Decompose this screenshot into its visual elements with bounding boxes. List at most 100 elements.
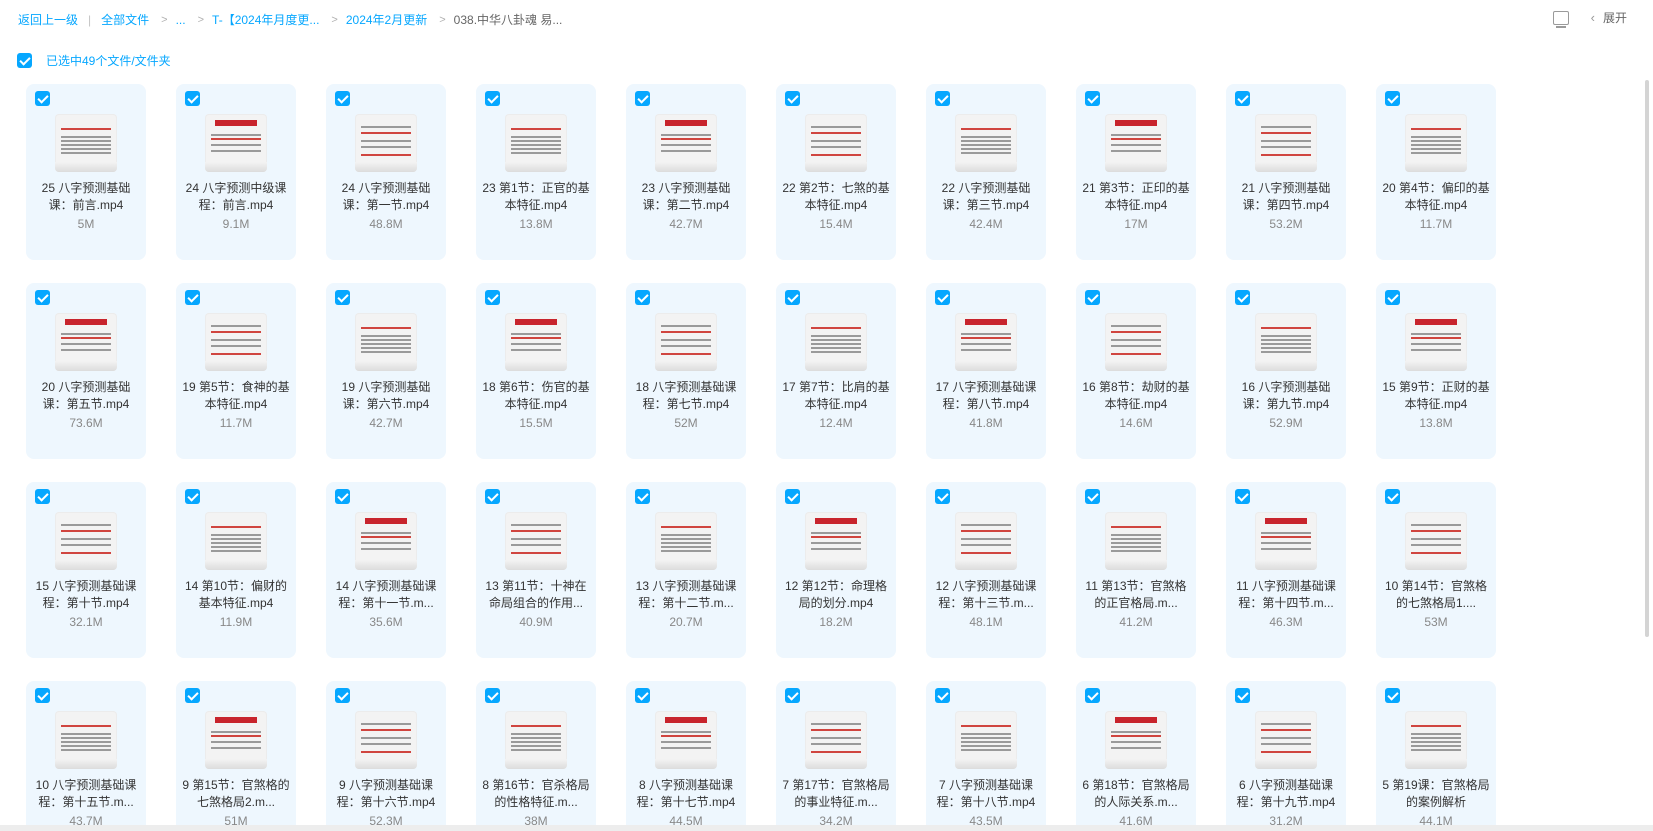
file-name[interactable]: 13 八字预测基础课程：第十二节.m...: [632, 578, 740, 612]
file-checkbox[interactable]: [485, 91, 500, 106]
file-name[interactable]: 20 第4节：偏印的基本特征.mp4: [1382, 180, 1490, 214]
view-mode-icon[interactable]: [1552, 10, 1569, 28]
file-card[interactable]: 12 第12节：命理格局的划分.mp4 18.2M: [776, 482, 896, 658]
file-card[interactable]: 8 第16节：官杀格局的性格特征.m... 38M: [476, 681, 596, 831]
file-card[interactable]: 11 八字预测基础课程：第十四节.m... 46.3M: [1226, 482, 1346, 658]
file-checkbox[interactable]: [935, 91, 950, 106]
file-card[interactable]: 6 八字预测基础课程：第十九节.mp4 31.2M: [1226, 681, 1346, 831]
file-card[interactable]: 22 第2节：七煞的基本特征.mp4 15.4M: [776, 84, 896, 260]
file-name[interactable]: 22 第2节：七煞的基本特征.mp4: [782, 180, 890, 214]
file-name[interactable]: 22 八字预测基础课：第三节.mp4: [932, 180, 1040, 214]
file-card[interactable]: 15 第9节：正财的基本特征.mp4 13.8M: [1376, 283, 1496, 459]
file-name[interactable]: 18 第6节：伤官的基本特征.mp4: [482, 379, 590, 413]
file-name[interactable]: 8 八字预测基础课程：第十七节.mp4: [632, 777, 740, 811]
file-card[interactable]: 6 第18节：官煞格局的人际关系.m... 41.6M: [1076, 681, 1196, 831]
file-card[interactable]: 21 第3节：正印的基本特征.mp4 17M: [1076, 84, 1196, 260]
file-checkbox[interactable]: [635, 290, 650, 305]
file-checkbox[interactable]: [485, 489, 500, 504]
file-card[interactable]: 24 八字预测基础课：第一节.mp4 48.8M: [326, 84, 446, 260]
file-card[interactable]: 17 八字预测基础课程：第八节.mp4 41.8M: [926, 283, 1046, 459]
file-checkbox[interactable]: [185, 688, 200, 703]
file-checkbox[interactable]: [785, 489, 800, 504]
file-card[interactable]: 16 第8节：劫财的基本特征.mp4 14.6M: [1076, 283, 1196, 459]
file-card[interactable]: 8 八字预测基础课程：第十七节.mp4 44.5M: [626, 681, 746, 831]
file-name[interactable]: 17 第7节：比肩的基本特征.mp4: [782, 379, 890, 413]
file-name[interactable]: 6 第18节：官煞格局的人际关系.m...: [1082, 777, 1190, 811]
breadcrumb-root[interactable]: 全部文件: [101, 11, 149, 28]
file-checkbox[interactable]: [335, 489, 350, 504]
file-name[interactable]: 24 八字预测中级课程：前言.mp4: [182, 180, 290, 214]
file-name[interactable]: 9 八字预测基础课程：第十六节.mp4: [332, 777, 440, 811]
file-name[interactable]: 21 八字预测基础课：第四节.mp4: [1232, 180, 1340, 214]
file-name[interactable]: 24 八字预测基础课：第一节.mp4: [332, 180, 440, 214]
file-card[interactable]: 18 八字预测基础课程：第七节.mp4 52M: [626, 283, 746, 459]
back-link[interactable]: 返回上一级: [18, 11, 78, 28]
file-name[interactable]: 19 八字预测基础课：第六节.mp4: [332, 379, 440, 413]
file-checkbox[interactable]: [1235, 489, 1250, 504]
file-card[interactable]: 19 第5节：食神的基本特征.mp4 11.7M: [176, 283, 296, 459]
file-card[interactable]: 19 八字预测基础课：第六节.mp4 42.7M: [326, 283, 446, 459]
file-name[interactable]: 23 第1节：正官的基本特征.mp4: [482, 180, 590, 214]
file-checkbox[interactable]: [785, 290, 800, 305]
file-name[interactable]: 23 八字预测基础课：第二节.mp4: [632, 180, 740, 214]
vertical-scrollbar[interactable]: [1645, 80, 1649, 637]
file-card[interactable]: 13 第11节：十神在命局组合的作用... 40.9M: [476, 482, 596, 658]
file-name[interactable]: 6 八字预测基础课程：第十九节.mp4: [1232, 777, 1340, 811]
file-name[interactable]: 15 第9节：正财的基本特征.mp4: [1382, 379, 1490, 413]
file-checkbox[interactable]: [1235, 688, 1250, 703]
file-name[interactable]: 11 第13节：官煞格的正官格局.m...: [1082, 578, 1190, 612]
file-card[interactable]: 22 八字预测基础课：第三节.mp4 42.4M: [926, 84, 1046, 260]
file-checkbox[interactable]: [1085, 290, 1100, 305]
file-name[interactable]: 13 第11节：十神在命局组合的作用...: [482, 578, 590, 612]
file-checkbox[interactable]: [35, 290, 50, 305]
file-checkbox[interactable]: [935, 290, 950, 305]
file-checkbox[interactable]: [1235, 91, 1250, 106]
file-name[interactable]: 25 八字预测基础课：前言.mp4: [32, 180, 140, 214]
file-card[interactable]: 23 八字预测基础课：第二节.mp4 42.7M: [626, 84, 746, 260]
file-checkbox[interactable]: [1385, 688, 1400, 703]
file-card[interactable]: 14 第10节：偏财的基本特征.mp4 11.9M: [176, 482, 296, 658]
file-card[interactable]: 5 第19课：官煞格局的案例解析 44.1M: [1376, 681, 1496, 831]
file-card[interactable]: 18 第6节：伤官的基本特征.mp4 15.5M: [476, 283, 596, 459]
file-card[interactable]: 15 八字预测基础课程：第十节.mp4 32.1M: [26, 482, 146, 658]
file-name[interactable]: 11 八字预测基础课程：第十四节.m...: [1232, 578, 1340, 612]
select-all-checkbox[interactable]: [17, 53, 32, 68]
file-card[interactable]: 11 第13节：官煞格的正官格局.m... 41.2M: [1076, 482, 1196, 658]
file-card[interactable]: 14 八字预测基础课程：第十一节.m... 35.6M: [326, 482, 446, 658]
file-name[interactable]: 5 第19课：官煞格局的案例解析: [1382, 777, 1490, 811]
file-checkbox[interactable]: [635, 489, 650, 504]
file-checkbox[interactable]: [335, 688, 350, 703]
file-name[interactable]: 18 八字预测基础课程：第七节.mp4: [632, 379, 740, 413]
file-card[interactable]: 17 第7节：比肩的基本特征.mp4 12.4M: [776, 283, 896, 459]
file-name[interactable]: 16 第8节：劫财的基本特征.mp4: [1082, 379, 1190, 413]
file-checkbox[interactable]: [185, 91, 200, 106]
file-card[interactable]: 21 八字预测基础课：第四节.mp4 53.2M: [1226, 84, 1346, 260]
file-name[interactable]: 19 第5节：食神的基本特征.mp4: [182, 379, 290, 413]
file-checkbox[interactable]: [1235, 290, 1250, 305]
file-checkbox[interactable]: [185, 290, 200, 305]
file-checkbox[interactable]: [35, 489, 50, 504]
file-checkbox[interactable]: [485, 688, 500, 703]
file-name[interactable]: 16 八字预测基础课：第九节.mp4: [1232, 379, 1340, 413]
file-checkbox[interactable]: [1085, 91, 1100, 106]
file-checkbox[interactable]: [635, 688, 650, 703]
breadcrumb-level2[interactable]: 2024年2月更新: [346, 11, 427, 28]
file-name[interactable]: 14 八字预测基础课程：第十一节.m...: [332, 578, 440, 612]
file-checkbox[interactable]: [935, 489, 950, 504]
file-card[interactable]: 20 第4节：偏印的基本特征.mp4 11.7M: [1376, 84, 1496, 260]
file-checkbox[interactable]: [485, 290, 500, 305]
file-checkbox[interactable]: [635, 91, 650, 106]
file-checkbox[interactable]: [335, 91, 350, 106]
file-checkbox[interactable]: [35, 688, 50, 703]
breadcrumb-level1[interactable]: T-【2024年月度更...: [212, 11, 319, 28]
file-checkbox[interactable]: [1085, 688, 1100, 703]
file-card[interactable]: 12 八字预测基础课程：第十三节.m... 48.1M: [926, 482, 1046, 658]
file-card[interactable]: 7 八字预测基础课程：第十八节.mp4 43.5M: [926, 681, 1046, 831]
file-name[interactable]: 21 第3节：正印的基本特征.mp4: [1082, 180, 1190, 214]
file-checkbox[interactable]: [785, 91, 800, 106]
file-card[interactable]: 7 第17节：官煞格局的事业特征.m... 34.2M: [776, 681, 896, 831]
file-name[interactable]: 20 八字预测基础课：第五节.mp4: [32, 379, 140, 413]
file-card[interactable]: 25 八字预测基础课：前言.mp4 5M: [26, 84, 146, 260]
file-name[interactable]: 9 第15节：官煞格的七煞格局2.m...: [182, 777, 290, 811]
file-card[interactable]: 16 八字预测基础课：第九节.mp4 52.9M: [1226, 283, 1346, 459]
